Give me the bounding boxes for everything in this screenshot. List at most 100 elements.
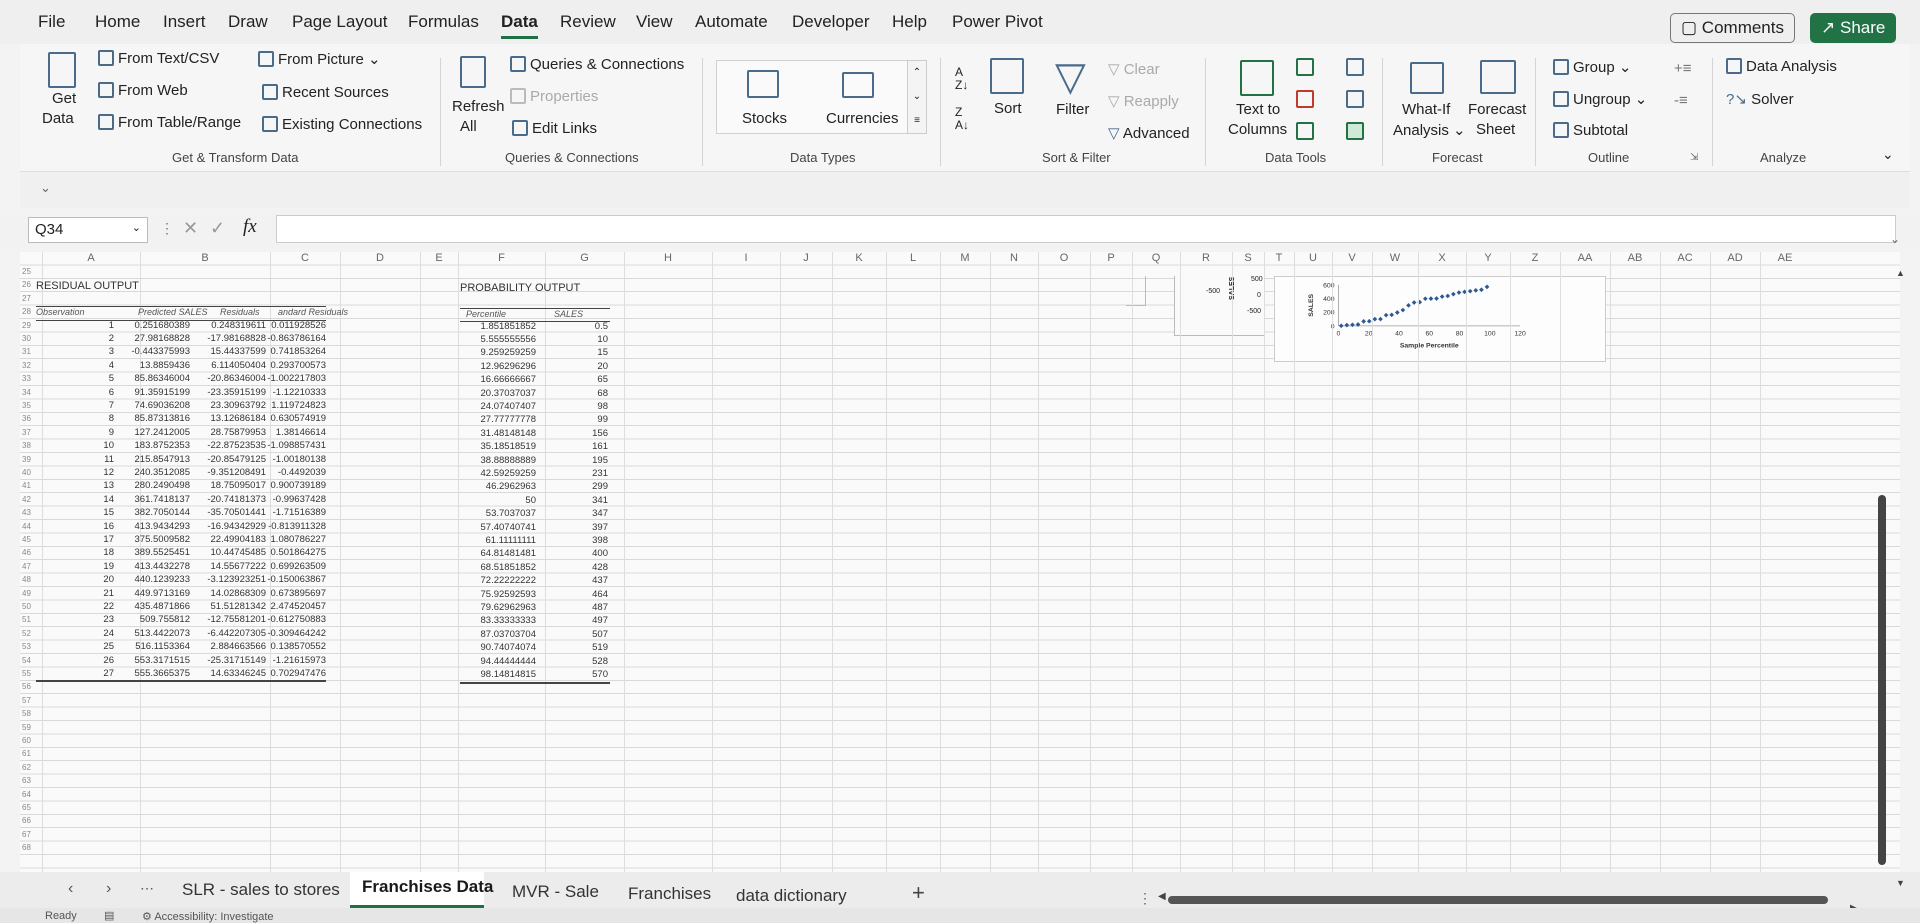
- menu-draw[interactable]: Draw: [228, 12, 268, 32]
- column-header[interactable]: G: [545, 252, 624, 268]
- row-header[interactable]: 29: [22, 321, 40, 330]
- cancel-icon[interactable]: ✕: [183, 218, 198, 239]
- menu-file[interactable]: File: [38, 12, 65, 32]
- row-header[interactable]: 64: [22, 790, 40, 799]
- menu-insert[interactable]: Insert: [163, 12, 206, 32]
- column-header[interactable]: AC: [1660, 252, 1710, 268]
- row-header[interactable]: 65: [22, 803, 40, 812]
- column-header[interactable]: M: [940, 252, 990, 268]
- what-if-label[interactable]: Analysis ⌄: [1393, 121, 1466, 139]
- queries-connections-button[interactable]: Queries & Connections: [510, 56, 684, 73]
- forecast-sheet-label[interactable]: Sheet: [1476, 121, 1515, 138]
- row-header[interactable]: 58: [22, 709, 40, 718]
- menu-automate[interactable]: Automate: [695, 12, 768, 32]
- column-header[interactable]: Q: [1132, 252, 1180, 268]
- worksheet-grid[interactable]: A B C D E F G H I J K L M N O P Q R S T U V W X Y Z AA AB AC AD AE 25 2…: [20, 252, 1900, 872]
- row-header[interactable]: 37: [22, 428, 40, 437]
- reapply-button[interactable]: ▽ Reapply: [1108, 92, 1179, 110]
- tab-splitter-icon[interactable]: ⋮: [1138, 890, 1152, 907]
- share-button[interactable]: ↗ Share: [1810, 13, 1897, 43]
- menu-developer[interactable]: Developer: [792, 12, 870, 32]
- refresh-all-button[interactable]: Refresh: [452, 98, 505, 115]
- menu-review[interactable]: Review: [560, 12, 616, 32]
- row-header[interactable]: 55: [22, 669, 40, 678]
- collapse-ribbon-icon[interactable]: ⌄: [1882, 146, 1894, 163]
- row-header[interactable]: 53: [22, 642, 40, 651]
- sort-asc-icon[interactable]: A Z↓: [955, 66, 968, 92]
- column-header[interactable]: AD: [1710, 252, 1760, 268]
- menu-formulas[interactable]: Formulas: [408, 12, 479, 32]
- column-header[interactable]: J: [780, 252, 832, 268]
- macro-recording-icon[interactable]: ▤: [104, 909, 114, 922]
- row-header[interactable]: 30: [22, 334, 40, 343]
- row-header[interactable]: 36: [22, 414, 40, 423]
- customize-icon[interactable]: ⌄: [40, 180, 51, 196]
- row-header[interactable]: 39: [22, 455, 40, 464]
- vertical-scrollbar[interactable]: [1878, 495, 1886, 865]
- gallery-scroll[interactable]: ⌃ ⌄ ≡: [907, 60, 927, 134]
- row-header[interactable]: 60: [22, 736, 40, 745]
- currencies-button[interactable]: Currencies: [826, 110, 899, 127]
- menu-data[interactable]: Data: [501, 12, 538, 39]
- scroll-up-icon[interactable]: ▲: [1896, 268, 1905, 278]
- scroll-left-icon[interactable]: ◀: [1158, 891, 1166, 902]
- row-header[interactable]: 54: [22, 656, 40, 665]
- consolidate-icon[interactable]: [1346, 58, 1364, 76]
- text-to-columns-label[interactable]: Columns: [1228, 121, 1287, 138]
- row-header[interactable]: 32: [22, 361, 40, 370]
- formula-input[interactable]: [276, 215, 1896, 243]
- hide-detail-icon[interactable]: -≡: [1674, 92, 1688, 109]
- remove-duplicates-icon[interactable]: [1296, 90, 1314, 108]
- sort-button[interactable]: Sort: [994, 100, 1022, 117]
- row-header[interactable]: 35: [22, 401, 40, 410]
- sort-desc-icon[interactable]: Z A↓: [955, 106, 969, 132]
- row-header[interactable]: 46: [22, 548, 40, 557]
- row-header[interactable]: 66: [22, 816, 40, 825]
- column-header[interactable]: P: [1090, 252, 1132, 268]
- column-header[interactable]: Z: [1510, 252, 1560, 268]
- column-header[interactable]: X: [1418, 252, 1466, 268]
- menu-power-pivot[interactable]: Power Pivot: [952, 12, 1043, 32]
- row-header[interactable]: 61: [22, 749, 40, 758]
- row-header[interactable]: 56: [22, 682, 40, 691]
- column-header[interactable]: I: [712, 252, 780, 268]
- row-header[interactable]: 27: [22, 294, 40, 303]
- comments-button[interactable]: ▢ Comments: [1670, 13, 1795, 43]
- row-header[interactable]: 47: [22, 562, 40, 571]
- row-header[interactable]: 25: [22, 267, 40, 276]
- row-header[interactable]: 33: [22, 374, 40, 383]
- row-header[interactable]: 49: [22, 589, 40, 598]
- menu-view[interactable]: View: [636, 12, 673, 32]
- menu-home[interactable]: Home: [95, 12, 140, 32]
- advanced-button[interactable]: ▽ Advanced: [1108, 124, 1190, 142]
- stocks-button[interactable]: Stocks: [742, 110, 787, 127]
- clear-button[interactable]: ▽ Clear: [1108, 60, 1160, 78]
- recent-sources-button[interactable]: Recent Sources: [262, 84, 389, 101]
- subtotal-button[interactable]: Subtotal: [1553, 122, 1628, 139]
- tab-franchises-data[interactable]: Franchises Data: [362, 877, 493, 897]
- more-sheets-icon[interactable]: ⋯: [140, 880, 154, 897]
- row-header[interactable]: 38: [22, 441, 40, 450]
- row-header[interactable]: 67: [22, 830, 40, 839]
- normal-probability-plot[interactable]: 0204060801001200200400600Sample Percenti…: [1274, 276, 1606, 362]
- what-if-button[interactable]: What-If: [1402, 101, 1450, 118]
- column-header[interactable]: AA: [1560, 252, 1610, 268]
- column-header[interactable]: H: [624, 252, 712, 268]
- data-analysis-button[interactable]: Data Analysis: [1726, 58, 1837, 75]
- refresh-all-label[interactable]: All: [460, 118, 477, 135]
- row-header[interactable]: 44: [22, 522, 40, 531]
- scroll-down-icon[interactable]: ▼: [1896, 878, 1905, 888]
- add-sheet-icon[interactable]: +: [912, 880, 925, 906]
- ungroup-button[interactable]: Ungroup ⌄: [1553, 90, 1647, 108]
- insert-function-icon[interactable]: fx: [243, 216, 257, 238]
- horizontal-scrollbar[interactable]: [1168, 896, 1828, 904]
- from-picture-button[interactable]: From Picture ⌄: [258, 50, 381, 68]
- row-header[interactable]: 40: [22, 468, 40, 477]
- name-box[interactable]: Q34 ⌄: [28, 217, 148, 243]
- column-header[interactable]: U: [1294, 252, 1332, 268]
- column-header[interactable]: AB: [1610, 252, 1660, 268]
- row-header[interactable]: 45: [22, 535, 40, 544]
- row-header[interactable]: 31: [22, 347, 40, 356]
- filter-button[interactable]: Filter: [1056, 101, 1089, 118]
- from-web-button[interactable]: From Web: [98, 82, 188, 99]
